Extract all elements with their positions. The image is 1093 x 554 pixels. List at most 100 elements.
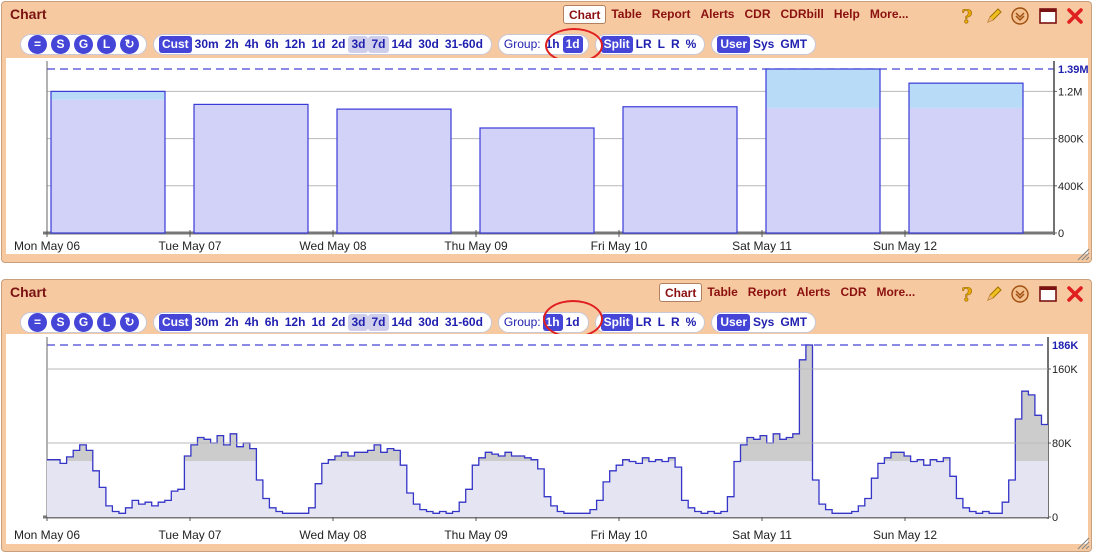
tz-gmt[interactable]: GMT	[777, 314, 810, 331]
menu-cdr[interactable]: CDR	[835, 283, 871, 302]
menu-more[interactable]: More...	[871, 283, 920, 302]
tz-gmt[interactable]: GMT	[777, 36, 810, 53]
menu-chart[interactable]: Chart	[659, 283, 703, 302]
chart-toolbar: = S G L ↻ Cust 30m 2h 4h 6h 12h 1d 2d 3d…	[20, 311, 822, 333]
range-2d[interactable]: 2d	[328, 36, 348, 53]
menu-alerts[interactable]: Alerts	[791, 283, 835, 302]
split-l[interactable]: L	[655, 314, 668, 331]
collapse-icon[interactable]	[1010, 284, 1030, 304]
split-l[interactable]: L	[655, 36, 668, 53]
y-tick-label: 0	[1058, 228, 1064, 240]
range-2h[interactable]: 2h	[222, 36, 242, 53]
tz-user[interactable]: User	[717, 35, 750, 53]
split-lr[interactable]: LR	[633, 314, 655, 331]
split-lr[interactable]: LR	[633, 36, 655, 53]
panel-titlebar: Chart Chart Table Report Alerts CDR CDRb…	[2, 2, 1091, 29]
s-button[interactable]: S	[51, 34, 70, 54]
s-button[interactable]: S	[51, 312, 70, 332]
split-percent[interactable]: %	[683, 36, 700, 53]
timezone-group: User Sys GMT	[711, 311, 817, 333]
range-14d[interactable]: 14d	[389, 314, 416, 331]
equals-button[interactable]: =	[28, 34, 47, 54]
range-30m[interactable]: 30m	[192, 314, 222, 331]
maximize-icon[interactable]	[1038, 284, 1058, 304]
range-2h[interactable]: 2h	[222, 314, 242, 331]
area-fill	[47, 345, 1048, 517]
close-icon[interactable]	[1065, 6, 1085, 26]
range-3d[interactable]: 3d	[348, 313, 369, 331]
range-31-60d[interactable]: 31-60d	[442, 36, 486, 53]
range-30d[interactable]: 30d	[415, 36, 442, 53]
range-6h[interactable]: 6h	[262, 36, 282, 53]
range-3d[interactable]: 3d	[348, 35, 369, 53]
menu-cdr[interactable]: CDR	[739, 5, 775, 24]
menu-more[interactable]: More...	[865, 5, 914, 24]
split-button[interactable]: Split	[600, 35, 633, 53]
menu-table[interactable]: Table	[702, 283, 742, 302]
range-7d[interactable]: 7d	[368, 313, 389, 331]
menu-table[interactable]: Table	[606, 5, 646, 24]
y-tick-label: 1.2M	[1058, 86, 1082, 98]
svg-text:?: ?	[961, 6, 972, 26]
menu-report[interactable]: Report	[647, 5, 696, 24]
resize-handle-icon[interactable]	[1076, 247, 1090, 261]
split-r[interactable]: R	[668, 36, 683, 53]
tz-sys[interactable]: Sys	[750, 314, 777, 331]
x-tick-label: Mon May 06	[14, 239, 80, 253]
help-icon[interactable]: ?	[957, 6, 977, 26]
panel-menu: Chart Table Report Alerts CDR CDRbill He…	[563, 5, 914, 24]
help-icon[interactable]: ?	[957, 284, 977, 304]
l-button[interactable]: L	[97, 34, 116, 54]
range-1d[interactable]: 1d	[308, 314, 328, 331]
y-tick-label: 160K	[1052, 364, 1078, 376]
edit-pencil-icon[interactable]	[984, 284, 1004, 304]
range-12h[interactable]: 12h	[282, 314, 309, 331]
edit-pencil-icon[interactable]	[984, 6, 1004, 26]
resize-handle-icon[interactable]	[1076, 536, 1090, 550]
x-tick-label: Thu May 09	[444, 528, 508, 542]
refresh-button[interactable]: ↻	[120, 34, 139, 54]
range-4h[interactable]: 4h	[242, 36, 262, 53]
menu-report[interactable]: Report	[743, 283, 792, 302]
menu-chart[interactable]: Chart	[563, 5, 607, 24]
bar-chart-svg: 1.2M 800K 400K 0 1.39M Mon May 06 Tue May 07 We…	[14, 61, 1088, 253]
split-r[interactable]: R	[668, 314, 683, 331]
bar-segment-base	[194, 104, 308, 233]
g-button[interactable]: G	[74, 34, 93, 54]
menu-cdrbill[interactable]: CDRbill	[775, 5, 828, 24]
range-4h[interactable]: 4h	[242, 314, 262, 331]
refresh-button[interactable]: ↻	[120, 312, 139, 332]
range-2d[interactable]: 2d	[328, 314, 348, 331]
range-30d[interactable]: 30d	[415, 314, 442, 331]
equals-button[interactable]: =	[28, 312, 47, 332]
range-cust[interactable]: Cust	[159, 35, 192, 53]
chart-area: 160K 80K 0 186K Mon May 06 Tue May 07 Wed May …	[6, 334, 1088, 544]
range-12h[interactable]: 12h	[282, 36, 309, 53]
split-percent[interactable]: %	[683, 314, 700, 331]
l-button[interactable]: L	[97, 312, 116, 332]
y-tick-label: 0	[1052, 512, 1058, 524]
range-1d[interactable]: 1d	[308, 36, 328, 53]
menu-alerts[interactable]: Alerts	[695, 5, 739, 24]
menu-help[interactable]: Help	[829, 5, 865, 24]
range-30m[interactable]: 30m	[192, 36, 222, 53]
range-cust[interactable]: Cust	[159, 313, 192, 331]
x-tick-label: Fri May 10	[591, 528, 648, 542]
maximize-icon[interactable]	[1038, 6, 1058, 26]
tz-user[interactable]: User	[717, 313, 750, 331]
panel-title: Chart	[10, 284, 47, 300]
collapse-icon[interactable]	[1010, 6, 1030, 26]
range-6h[interactable]: 6h	[262, 314, 282, 331]
close-icon[interactable]	[1065, 284, 1085, 304]
svg-text:?: ?	[961, 284, 972, 304]
range-14d[interactable]: 14d	[389, 36, 416, 53]
split-button[interactable]: Split	[600, 313, 633, 331]
range-7d[interactable]: 7d	[368, 35, 389, 53]
x-tick-label: Wed May 08	[299, 239, 366, 253]
split-group: Split LR L R %	[594, 33, 706, 55]
chart-toolbar: = S G L ↻ Cust 30m 2h 4h 6h 12h 1d 2d 3d…	[20, 33, 822, 55]
g-button[interactable]: G	[74, 312, 93, 332]
range-31-60d[interactable]: 31-60d	[442, 314, 486, 331]
group-label: Group:	[503, 315, 541, 329]
tz-sys[interactable]: Sys	[750, 36, 777, 53]
